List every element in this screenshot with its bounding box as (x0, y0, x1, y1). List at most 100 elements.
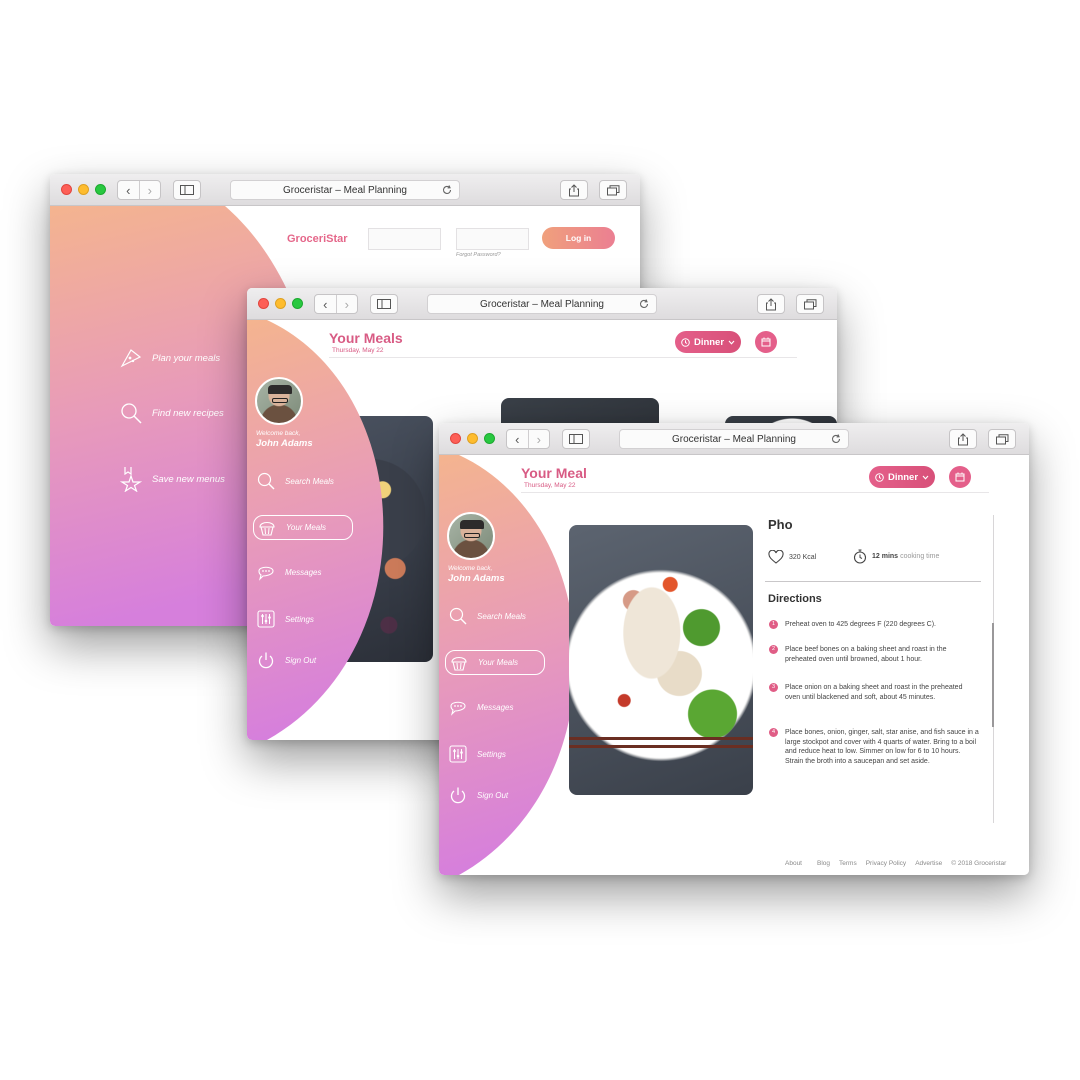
footer-link-blog[interactable]: Blog (817, 860, 830, 867)
back-button[interactable]: ‹ (118, 181, 139, 199)
close-window-button[interactable] (61, 184, 72, 195)
clock-icon (875, 472, 884, 482)
tabs-icon (803, 298, 816, 309)
clock-icon (681, 337, 690, 347)
share-button[interactable] (560, 180, 588, 200)
calendar-icon (761, 337, 771, 347)
sidebar-toggle-button[interactable] (370, 294, 398, 314)
back-button[interactable]: ‹ (315, 295, 336, 313)
minimize-window-button[interactable] (275, 298, 286, 309)
sidebar-item-your-meals[interactable]: Your Meals (445, 650, 545, 675)
sidebar-item-search-meals[interactable]: Search Meals (257, 472, 334, 490)
tabs-overview-button[interactable] (599, 180, 627, 200)
sidebar-item-search-meals[interactable]: Search Meals (449, 607, 526, 625)
cupcake-icon (258, 519, 276, 537)
sidebar-toggle-button[interactable] (173, 180, 201, 200)
calendar-button[interactable] (949, 466, 971, 488)
address-bar[interactable]: Groceristar – Meal Planning (619, 429, 849, 449)
close-window-button[interactable] (450, 433, 461, 444)
reload-icon[interactable] (441, 184, 453, 196)
directions-heading: Directions (768, 593, 822, 605)
minimize-window-button[interactable] (467, 433, 478, 444)
meal-type-dropdown[interactable]: Dinner (675, 331, 741, 353)
tabs-overview-button[interactable] (988, 429, 1016, 449)
sidebar-item-messages[interactable]: Messages (257, 563, 321, 581)
share-button[interactable] (757, 294, 785, 314)
header-divider (521, 492, 989, 493)
address-bar[interactable]: Groceristar – Meal Planning (230, 180, 460, 200)
step-number-badge: 1 (769, 620, 778, 629)
direction-step: 3 Place onion on a baking sheet and roas… (769, 683, 979, 702)
forgot-password-link[interactable]: Forgot Password? (456, 252, 501, 258)
sidebar-item-label: Search Meals (477, 611, 526, 621)
sidebar-icon (180, 185, 194, 195)
browser-window-meal-detail: ‹ › Groceristar – Meal Planning Welcome … (439, 423, 1029, 875)
search-icon (121, 403, 142, 424)
sidebar-item-sign-out[interactable]: Sign Out (449, 786, 508, 804)
step-number-badge: 3 (769, 683, 778, 692)
welcome-text: Welcome back, (448, 565, 493, 572)
feature-find-recipes: Find new recipes (120, 402, 224, 424)
forward-button[interactable]: › (138, 181, 161, 199)
cooking-time-value: 12 mins (872, 553, 899, 560)
chevron-down-icon (922, 475, 929, 480)
sidebar-item-settings[interactable]: Settings (449, 745, 506, 763)
share-button[interactable] (949, 429, 977, 449)
share-icon (766, 297, 776, 310)
tabs-overview-button[interactable] (796, 294, 824, 314)
header-divider (329, 357, 797, 358)
close-window-button[interactable] (258, 298, 269, 309)
calories-info: 320 Kcal (768, 550, 816, 564)
username-field[interactable] (368, 228, 441, 250)
avatar[interactable] (447, 512, 495, 560)
forward-button[interactable]: › (335, 295, 358, 313)
sidebar-item-messages[interactable]: Messages (449, 698, 513, 716)
address-text: Groceristar – Meal Planning (283, 184, 407, 196)
chopsticks (569, 737, 753, 740)
step-text: Place beef bones on a baking sheet and r… (785, 646, 947, 663)
step-text: Place onion on a baking sheet and roast … (785, 684, 963, 701)
sliders-icon (257, 610, 275, 628)
reload-icon[interactable] (830, 433, 842, 445)
feature-save-menus: Save new menus (120, 466, 225, 492)
page-title: Your Meal (521, 465, 587, 481)
stopwatch-icon (853, 549, 867, 564)
login-button[interactable]: Log in (542, 227, 615, 249)
forward-button[interactable]: › (527, 430, 550, 448)
address-bar[interactable]: Groceristar – Meal Planning (427, 294, 657, 314)
password-field[interactable] (456, 228, 529, 250)
zoom-window-button[interactable] (292, 298, 303, 309)
footer-link-about[interactable]: About (785, 860, 802, 867)
reload-icon[interactable] (638, 298, 650, 310)
zoom-window-button[interactable] (484, 433, 495, 444)
footer-link-terms[interactable]: Terms (839, 860, 857, 867)
footer: About Blog Terms Privacy Policy Advertis… (785, 860, 1006, 867)
cooking-time-info: 12 mins cooking time (853, 549, 939, 564)
history-nav: ‹ › (314, 294, 358, 314)
sidebar-item-sign-out[interactable]: Sign Out (257, 651, 316, 669)
page-date: Thursday, May 22 (332, 347, 384, 354)
footer-link-advertise[interactable]: Advertise (915, 860, 942, 867)
back-button[interactable]: ‹ (507, 430, 528, 448)
meal-type-value: Dinner (887, 471, 919, 483)
sidebar-item-your-meals[interactable]: Your Meals (253, 515, 353, 540)
footer-link-privacy[interactable]: Privacy Policy (866, 860, 906, 867)
sidebar-toggle-button[interactable] (562, 429, 590, 449)
minimize-window-button[interactable] (78, 184, 89, 195)
zoom-window-button[interactable] (95, 184, 106, 195)
history-nav: ‹ › (506, 429, 550, 449)
tabs-icon (606, 184, 619, 195)
meal-type-dropdown[interactable]: Dinner (869, 466, 935, 488)
page-title: Your Meals (329, 330, 403, 346)
sidebar-item-label: Your Meals (286, 523, 327, 532)
feature-plan-meals: Plan your meals (120, 348, 220, 368)
sidebar-item-settings[interactable]: Settings (257, 610, 314, 628)
scrollbar-thumb[interactable] (992, 623, 994, 727)
calendar-button[interactable] (755, 331, 777, 353)
user-name: John Adams (448, 573, 505, 584)
welcome-block: Welcome back, John Adams (256, 430, 313, 449)
browser-titlebar: ‹ › Groceristar – Meal Planning (247, 288, 837, 320)
avatar[interactable] (255, 377, 303, 425)
direction-step: 1 Preheat oven to 425 degrees F (220 deg… (769, 620, 979, 630)
browser-titlebar: ‹ › Groceristar – Meal Planning (439, 423, 1029, 455)
